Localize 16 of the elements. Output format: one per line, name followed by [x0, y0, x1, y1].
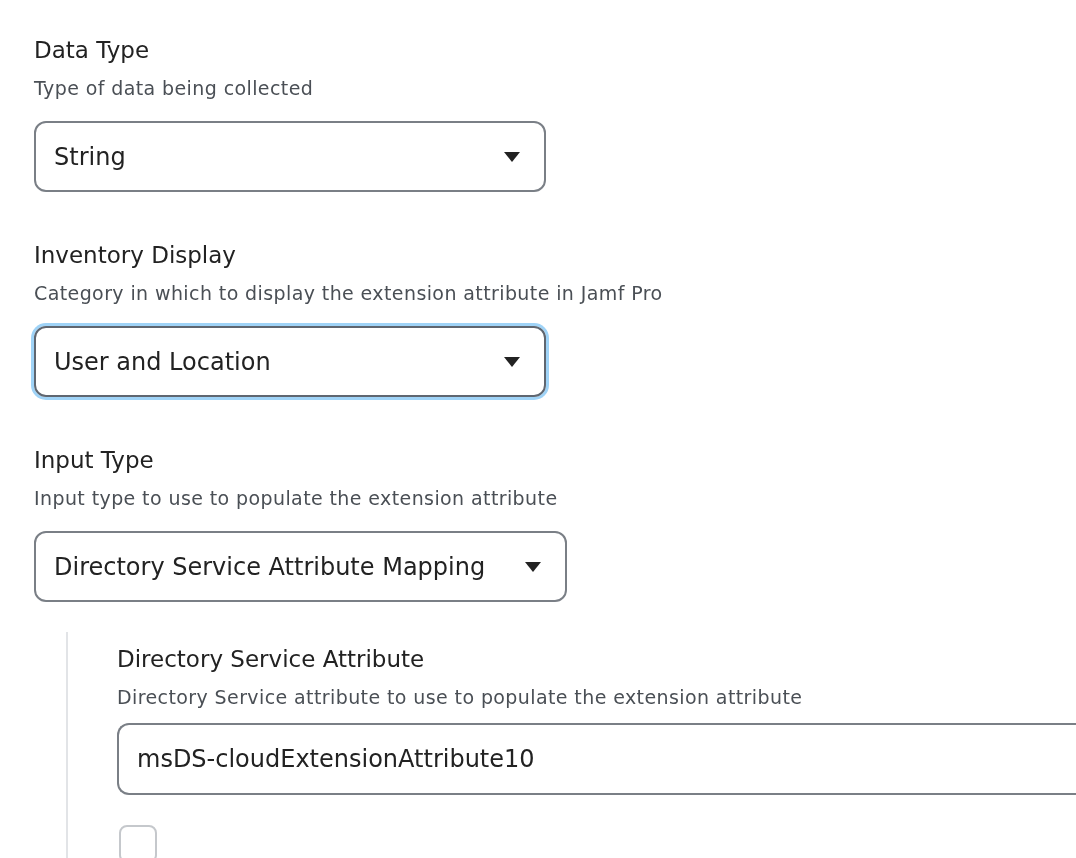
field-description: Category in which to display the extension attribute in Jamf Pro — [34, 281, 663, 306]
field-description: Input type to use to populate the extension attribute — [34, 486, 558, 511]
dropdown-select[interactable]: String — [34, 121, 546, 192]
input-field[interactable]: msDS-cloudExtensionAttribute10 — [117, 723, 1076, 795]
caret-icon — [504, 356, 520, 367]
field-description: Type of data being collected — [34, 76, 314, 101]
checkbox[interactable] — [119, 825, 157, 858]
field-label: Directory Service Attribute — [117, 645, 425, 674]
caret-icon — [525, 561, 542, 572]
field-label: Inventory Display — [34, 241, 236, 270]
field-label: Data Type — [34, 36, 150, 65]
dropdown-select[interactable]: User and Location — [34, 326, 546, 397]
field-label: Input Type — [34, 446, 154, 475]
caret-icon — [504, 151, 520, 162]
dropdown-select[interactable]: Directory Service Attribute Mapping — [34, 531, 568, 602]
field-description: Directory Service attribute to use to populate the extension attribute — [117, 685, 803, 710]
